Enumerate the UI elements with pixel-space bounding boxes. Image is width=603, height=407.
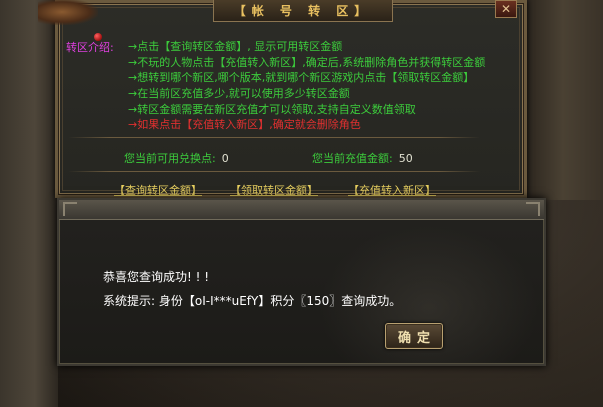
close-icon: ✕ bbox=[500, 2, 512, 16]
query-transfer-amount-link[interactable]: 【查询转区金额】 bbox=[114, 182, 202, 198]
intro-line: →想转到哪个新区,哪个版本,就到哪个新区游戏内点击【领取转区金额】 bbox=[128, 71, 475, 85]
window-title-bar: 【帐 号 转 区】 bbox=[213, 0, 393, 22]
divider bbox=[68, 137, 480, 138]
intro-line: →不玩的人物点击【充值转入新区】,确定后,系统删除角色并获得转区金额 bbox=[128, 55, 486, 69]
claim-transfer-amount-link[interactable]: 【领取转区金额】 bbox=[230, 182, 318, 198]
background-right-scenery bbox=[523, 0, 603, 200]
dragon-ornament-icon bbox=[38, 0, 98, 25]
points-value: 0 bbox=[221, 152, 229, 165]
dialog-title-bar bbox=[59, 200, 544, 220]
divider bbox=[68, 171, 480, 172]
points-stat: 您当前可用兑换点: 0 bbox=[124, 150, 229, 166]
success-message: 恭喜您查询成功! ! ! bbox=[103, 270, 210, 284]
system-notice: 系统提示: 身份【oI-I***uEfY】积分〖150〗查询成功。 bbox=[103, 294, 402, 308]
intro-warning-line: →如果点击【充值转入新区】,确定就会删除角色 bbox=[128, 118, 361, 132]
frame-corner-icon bbox=[526, 202, 540, 216]
intro-line: →点击【查询转区金额】, 显示可用转区金额 bbox=[128, 40, 343, 53]
confirm-button[interactable]: 确定 bbox=[385, 323, 443, 349]
recharge-transfer-link[interactable]: 【充值转入新区】 bbox=[348, 182, 436, 198]
points-label: 您当前可用兑换点: bbox=[124, 152, 216, 165]
intro-list: →点击【查询转区金额】, 显示可用转区金额 →不玩的人物点击【充值转入新区】,确… bbox=[128, 39, 523, 133]
intro-label: 转区介绍: bbox=[66, 41, 114, 54]
window-title: 【帐 号 转 区】 bbox=[233, 4, 373, 18]
intro-line: →转区金额需要在新区充值才可以领取,支持自定义数值领取 bbox=[128, 102, 416, 116]
background-left-scenery bbox=[0, 0, 58, 407]
account-transfer-window: 【帐 号 转 区】 ✕ 转区介绍: →点击【查询转区金额】, 显示可用转区金额 … bbox=[38, 0, 527, 198]
close-button[interactable]: ✕ bbox=[495, 0, 517, 18]
intro-line: →在当前区充值多少,就可以使用多少转区金额 bbox=[128, 87, 350, 101]
frame-corner-icon bbox=[63, 202, 77, 216]
recharge-stat: 您当前充值金额: 50 bbox=[312, 150, 413, 166]
recharge-value: 50 bbox=[398, 152, 413, 165]
recharge-label: 您当前充值金额: bbox=[312, 152, 393, 165]
query-result-dialog: 恭喜您查询成功! ! ! 系统提示: 身份【oI-I***uEfY】积分〖150… bbox=[57, 198, 546, 366]
